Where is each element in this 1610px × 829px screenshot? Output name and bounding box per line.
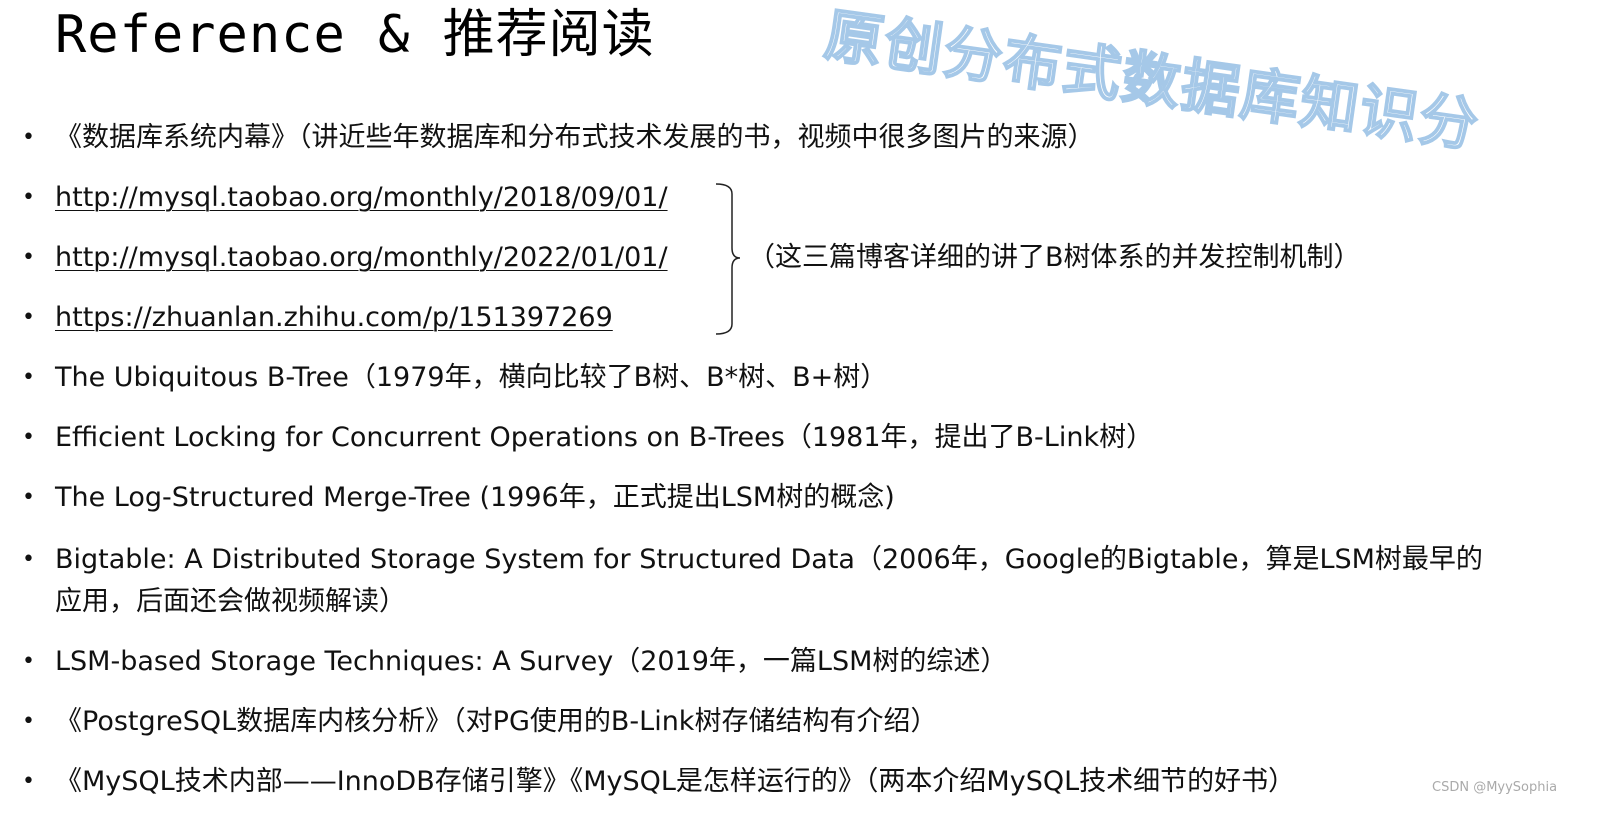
reference-link[interactable]: http://mysql.taobao.org/monthly/2018/09/… bbox=[55, 177, 668, 219]
reference-text: The Ubiquitous B-Tree（1979年，横向比较了B树、B*树、… bbox=[55, 362, 888, 393]
bullet-icon: • bbox=[22, 305, 35, 330]
reference-text: Bigtable: A Distributed Storage System f… bbox=[55, 544, 1483, 575]
reference-text: Efficient Locking for Concurrent Operati… bbox=[55, 422, 1154, 453]
bullet-icon: • bbox=[22, 425, 35, 450]
brace-icon bbox=[715, 183, 741, 335]
reference-text-continued: 应用，后面还会做视频解读） bbox=[55, 586, 406, 617]
reference-text: 《数据库系统内幕》（讲近些年数据库和分布式技术发展的书，视频中很多图片的来源） bbox=[55, 122, 1095, 153]
reference-link[interactable]: https://zhuanlan.zhihu.com/p/151397269 bbox=[55, 297, 613, 339]
reference-text: The Log-Structured Merge-Tree (1996年，正式提… bbox=[55, 482, 895, 513]
bullet-icon: • bbox=[22, 125, 35, 150]
brace-note: （这三篇博客详细的讲了B树体系的并发控制机制） bbox=[748, 242, 1361, 273]
reference-text: LSM-based Storage Techniques: A Survey（2… bbox=[55, 646, 1008, 677]
page-title: Reference & 推荐阅读 bbox=[55, 5, 655, 65]
bullet-icon: • bbox=[22, 485, 35, 510]
bullet-icon: • bbox=[22, 185, 35, 210]
reference-text: 《PostgreSQL数据库内核分析》（对PG使用的B-Link树存储结构有介绍… bbox=[55, 706, 938, 737]
bullet-icon: • bbox=[22, 709, 35, 734]
csdn-credit: CSDN @MyySophia bbox=[1432, 780, 1558, 795]
bullet-icon: • bbox=[22, 769, 35, 794]
reference-link[interactable]: http://mysql.taobao.org/monthly/2022/01/… bbox=[55, 237, 668, 279]
bullet-icon: • bbox=[22, 649, 35, 674]
reference-text: 《MySQL技术内部——InnoDB存储引擎》《MySQL是怎样运行的》（两本介… bbox=[55, 766, 1296, 797]
bullet-icon: • bbox=[22, 245, 35, 270]
bullet-icon: • bbox=[22, 547, 35, 572]
bullet-icon: • bbox=[22, 365, 35, 390]
